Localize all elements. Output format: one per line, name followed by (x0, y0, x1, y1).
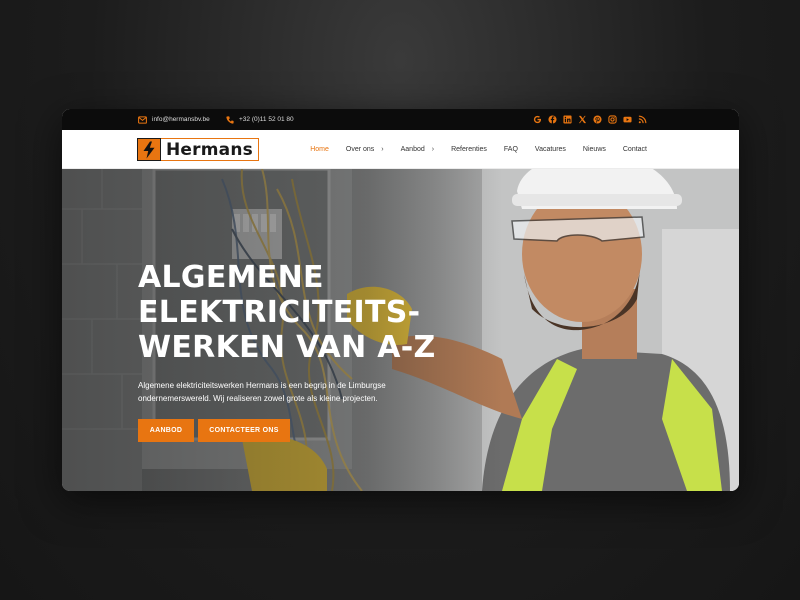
nav-label: Contact (622, 146, 647, 153)
mail-icon (138, 115, 147, 124)
nav-label: Referenties (451, 146, 487, 153)
chevron-right-icon: › (381, 146, 384, 153)
hero-title-line: WERKEN VAN A-Z (138, 330, 436, 365)
pinterest-icon[interactable] (593, 115, 602, 124)
phone-link[interactable]: +32 (0)11 52 01 80 (226, 109, 294, 130)
nav-label: FAQ (503, 146, 518, 153)
hero-subtitle: Algemene elektriciteitswerken Hermans is… (138, 381, 386, 403)
google-icon[interactable] (533, 115, 542, 124)
hero-title-line: ALGEMENE (138, 260, 324, 295)
nav-item-aanbod[interactable]: Aanbod › (401, 146, 434, 153)
nav-item-contact[interactable]: Contact (623, 146, 647, 153)
phone-icon (226, 115, 234, 124)
nav-label: Vacatures (534, 146, 566, 153)
main-nav: Home Over ons › Aanbod › Referenties FAQ V… (293, 130, 647, 169)
chevron-right-icon: › (431, 146, 435, 153)
aanbod-button[interactable]: AANBOD (138, 419, 194, 442)
nav-item-over-ons[interactable]: Over ons › (346, 146, 384, 153)
rss-icon[interactable] (638, 115, 647, 124)
nav-label: Aanbod (400, 146, 425, 153)
top-bar: info@hermansbv.be +32 (0)11 52 01 80 (62, 109, 739, 130)
email-link[interactable]: info@hermansbv.be (138, 109, 210, 130)
nav-item-faq[interactable]: FAQ (504, 146, 518, 153)
nav-label: Home (310, 146, 329, 153)
nav-label: Nieuws (582, 146, 606, 153)
facebook-icon[interactable] (548, 115, 557, 124)
social-links (533, 109, 647, 130)
instagram-icon[interactable] (608, 115, 617, 124)
nav-item-referenties[interactable]: Referenties (451, 146, 487, 153)
browser-frame: info@hermansbv.be +32 (0)11 52 01 80 Her… (62, 109, 739, 491)
hero-title-line: ELEKTRICITEITS- (138, 295, 421, 330)
hero-section: ALGEMENE ELEKTRICITEITS- WERKEN VAN A-Z … (62, 169, 739, 491)
nav-item-home[interactable]: Home (310, 146, 329, 153)
lightning-icon (137, 138, 161, 161)
nav-item-nieuws[interactable]: Nieuws (583, 146, 606, 153)
email-text: info@hermansbv.be (152, 116, 210, 123)
nav-label: Over ons (345, 146, 375, 153)
youtube-icon[interactable] (623, 115, 632, 124)
linkedin-icon[interactable] (563, 115, 572, 124)
x-icon[interactable] (578, 115, 587, 124)
phone-text: +32 (0)11 52 01 80 (239, 116, 294, 123)
logo[interactable]: Hermans (137, 137, 259, 162)
contacteer-ons-button[interactable]: CONTACTEER ONS (198, 419, 290, 442)
hero-title: ALGEMENE ELEKTRICITEITS- WERKEN VAN A-Z (138, 260, 436, 365)
logo-text: Hermans (161, 138, 259, 161)
nav-item-vacatures[interactable]: Vacatures (535, 146, 566, 153)
site-header: Hermans Home Over ons › Aanbod › Referenti… (62, 130, 739, 169)
